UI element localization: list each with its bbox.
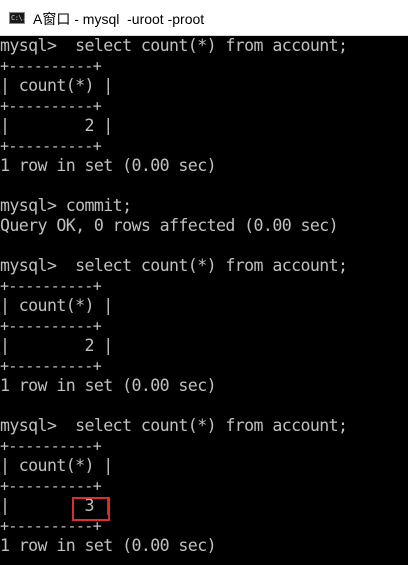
console-output[interactable]: mysql> select count(*) from account; +--… [0,36,408,565]
table-row: | 2 | [0,116,113,135]
table-border: +----------+ [0,477,102,495]
result-summary: 1 row in set (0.00 sec) [0,376,217,395]
cmd-console-icon: C:\. [9,12,26,24]
prompt-select-1: mysql> select count(*) from account; [0,36,348,55]
table-header: | count(*) | [0,76,113,95]
console-window: C:\. A窗口 - mysql -uroot -proot mysql> se… [0,0,408,565]
table-border: +----------+ [0,437,102,455]
prompt-select-3: mysql> select count(*) from account; [0,416,348,435]
title-bar[interactable]: C:\. A窗口 - mysql -uroot -proot [0,0,408,36]
table-border: +----------+ [0,277,102,295]
prompt-commit: mysql> commit; [0,196,132,215]
table-header: | count(*) | [0,296,113,315]
table-border: +----------+ [0,357,102,375]
result-summary: 1 row in set (0.00 sec) [0,536,217,555]
window-title: A窗口 - mysql -uroot -proot [33,11,205,27]
table-header: | count(*) | [0,456,113,475]
table-border: +----------+ [0,97,102,115]
table-border: +----------+ [0,137,102,155]
table-row: | 2 | [0,336,113,355]
highlight-box [72,497,110,521]
prompt-select-2: mysql> select count(*) from account; [0,256,348,275]
result-summary: 1 row in set (0.00 sec) [0,156,217,175]
table-border: +----------+ [0,57,102,75]
table-border: +----------+ [0,317,102,335]
commit-result: Query OK, 0 rows affected (0.00 sec) [0,216,339,235]
